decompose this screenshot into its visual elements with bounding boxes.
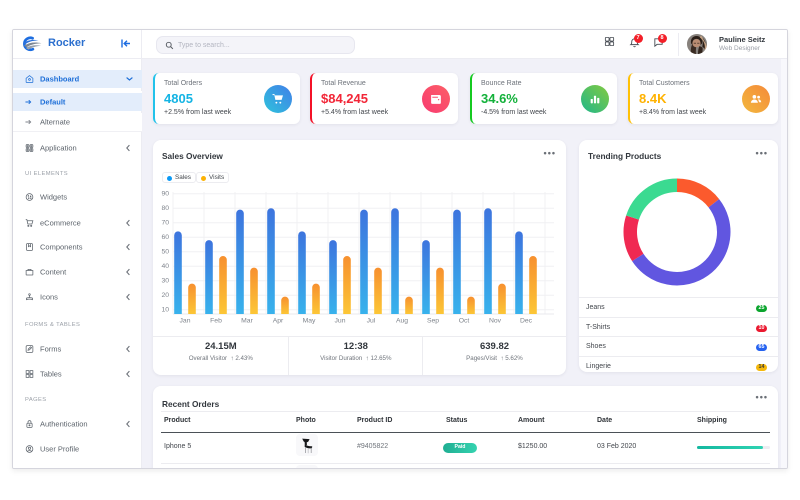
svg-text:May: May — [303, 318, 316, 325]
svg-text:70: 70 — [161, 220, 169, 227]
svg-text:Aug: Aug — [396, 318, 408, 325]
svg-text:Jan: Jan — [180, 318, 191, 325]
svg-text:60: 60 — [161, 234, 169, 241]
svg-text:Apr: Apr — [273, 318, 284, 325]
svg-text:Mar: Mar — [241, 318, 253, 325]
svg-text:Jun: Jun — [335, 318, 346, 325]
svg-text:Oct: Oct — [459, 318, 470, 325]
svg-text:10: 10 — [161, 307, 169, 314]
svg-text:Jul: Jul — [367, 318, 376, 325]
svg-text:30: 30 — [161, 278, 169, 285]
svg-text:50: 50 — [161, 249, 169, 256]
svg-text:20: 20 — [161, 292, 169, 299]
svg-text:40: 40 — [161, 263, 169, 270]
svg-text:80: 80 — [161, 205, 169, 212]
svg-text:Sep: Sep — [427, 318, 439, 325]
svg-text:90: 90 — [161, 191, 169, 198]
svg-text:Feb: Feb — [210, 318, 222, 325]
svg-text:Nov: Nov — [489, 318, 502, 325]
svg-text:Dec: Dec — [520, 318, 533, 325]
